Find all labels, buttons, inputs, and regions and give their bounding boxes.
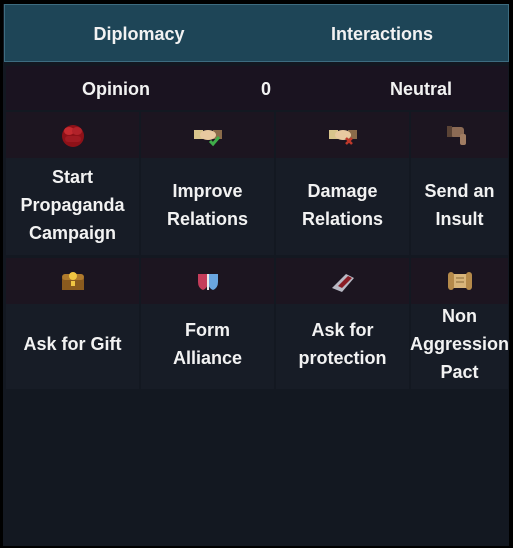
fist-icon bbox=[61, 125, 84, 147]
tab-interactions[interactable]: Interactions bbox=[257, 5, 507, 61]
ask-for-gift-button[interactable]: Ask for Gift bbox=[6, 258, 139, 389]
start-propaganda-campaign-button[interactable]: Start Propaganda Campaign bbox=[6, 112, 139, 255]
opinion-label: Opinion bbox=[82, 79, 150, 99]
action-label: Send an Insult bbox=[424, 180, 495, 229]
damage-relations-button[interactable]: Damage Relations bbox=[276, 112, 409, 255]
handshake-icon bbox=[328, 130, 357, 145]
gauntlet-icon bbox=[331, 274, 354, 292]
action-label: Ask for Gift bbox=[23, 333, 122, 354]
scroll-icon bbox=[447, 272, 472, 290]
opinion-status: Neutral bbox=[389, 79, 452, 99]
action-label: Ask for protection bbox=[298, 319, 387, 368]
action-label: Non Aggression Pact bbox=[409, 305, 510, 382]
shields-icon bbox=[197, 274, 218, 290]
treasure-chest-icon bbox=[61, 272, 84, 290]
form-alliance-button[interactable]: Form Alliance bbox=[141, 258, 274, 389]
action-label: Damage Relations bbox=[301, 180, 384, 229]
tab-diplomacy[interactable]: Diplomacy bbox=[25, 5, 253, 61]
action-label: Improve Relations bbox=[166, 180, 249, 229]
send-insult-button[interactable]: Send an Insult bbox=[411, 112, 508, 255]
opinion-value: 0 bbox=[260, 79, 271, 99]
handshake-icon bbox=[193, 130, 222, 147]
action-label: Start Propaganda Campaign bbox=[20, 166, 125, 243]
thumbs-down-icon bbox=[446, 126, 466, 145]
improve-relations-button[interactable]: Improve Relations bbox=[141, 112, 274, 255]
action-label: Form Alliance bbox=[172, 319, 243, 368]
tab-bar: Diplomacy Interactions bbox=[4, 4, 509, 62]
opinion-row: Opinion 0 Neutral bbox=[6, 66, 508, 110]
ask-for-protection-button[interactable]: Ask for protection bbox=[276, 258, 409, 389]
non-aggression-pact-button[interactable]: Non Aggression Pact bbox=[409, 258, 510, 389]
